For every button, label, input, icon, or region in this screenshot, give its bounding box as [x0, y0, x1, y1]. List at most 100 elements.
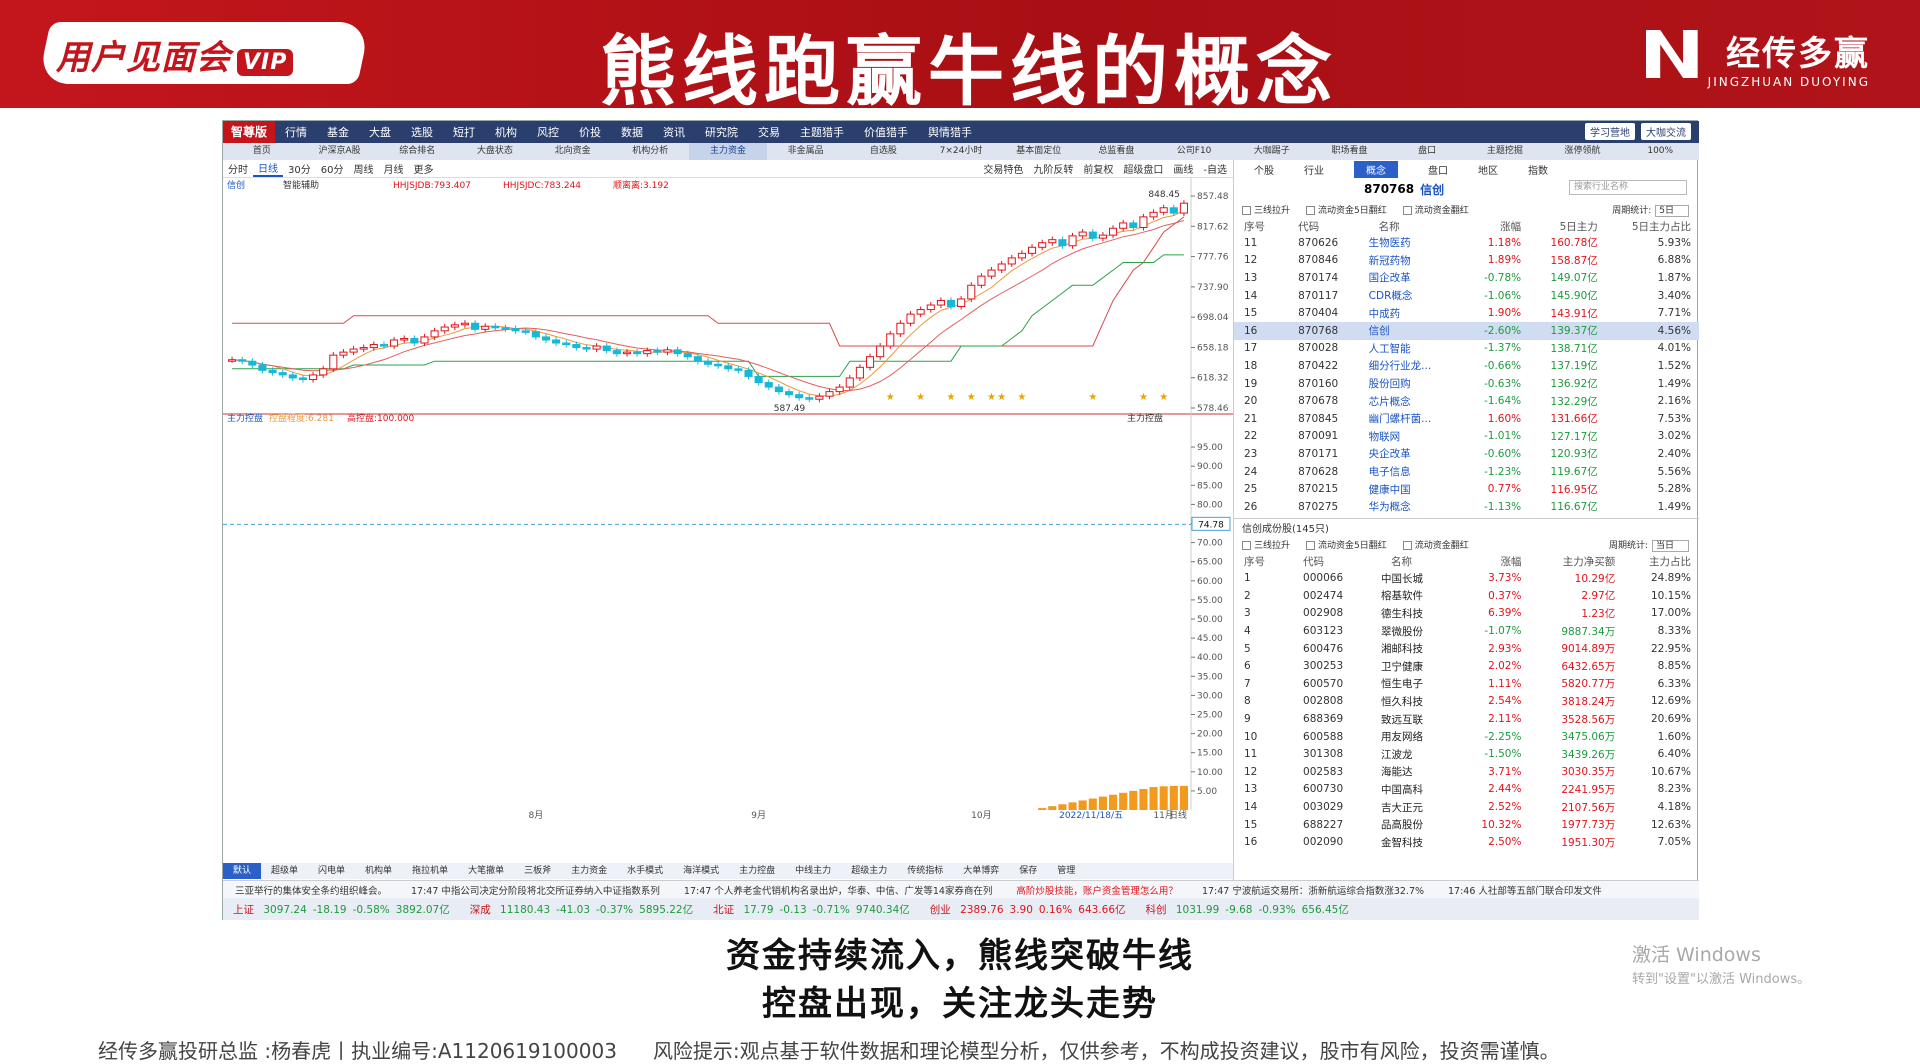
menu-item[interactable]: 行情	[275, 124, 317, 140]
menu-item[interactable]: 短打	[443, 124, 485, 140]
menu-right-button[interactable]: 学习营地	[1585, 123, 1635, 140]
indicator-tab[interactable]: 水手模式	[617, 863, 673, 879]
table-row[interactable]: 11 870626 生物医药 1.18% 160.78亿 5.93%	[1234, 234, 1699, 252]
index-item[interactable]: 北证 17.79 -0.13 -0.71% 9740.34亿	[703, 902, 920, 917]
table-row[interactable]: 14 003029 吉大正元 2.52% 2107.56万 4.18%	[1234, 798, 1699, 816]
indicator-tab[interactable]: 中线主力	[785, 863, 841, 879]
indicator-tab[interactable]: 默认	[223, 863, 262, 879]
chart-tool-button[interactable]: 超级盘口	[1123, 161, 1163, 176]
indicator-tab[interactable]: 管理	[1047, 863, 1085, 879]
index-item[interactable]: 深成 11180.43 -41.03 -0.37% 5895.22亿	[460, 902, 703, 917]
table-row[interactable]: 13 870174 国企改革 -0.78% 149.07亿 1.87%	[1234, 269, 1699, 287]
menu-item[interactable]: 大盘	[359, 124, 401, 140]
menu-item[interactable]: 交易	[748, 124, 790, 140]
page-tab[interactable]: 沪深京A股	[301, 143, 379, 160]
chart-tool-button[interactable]: 前复权	[1083, 161, 1113, 176]
page-tab[interactable]: 基本面定位	[1000, 143, 1078, 160]
concept-search-input[interactable]: 搜索行业名称	[1569, 180, 1687, 195]
table-row[interactable]: 24 870628 电子信息 -1.23% 119.67亿 5.56%	[1234, 463, 1699, 481]
filter-checkbox[interactable]: 流动资金翻红	[1402, 538, 1469, 551]
indicator-tab[interactable]: 大单博弈	[953, 863, 1009, 879]
chart-tool-button[interactable]: -自选	[1203, 161, 1227, 176]
page-tab[interactable]: 大盘状态	[456, 143, 534, 160]
table-row[interactable]: 7 600570 恒生电子 1.11% 5820.77万 6.33%	[1234, 675, 1699, 693]
table-row[interactable]: 9 688369 致远互联 2.11% 3528.56万 20.69%	[1234, 710, 1699, 728]
news-item[interactable]: 三亚举行的集体安全条约组织峰会。	[223, 883, 399, 897]
indicator-tab[interactable]: 超级主力	[841, 863, 897, 879]
chart-tool-button[interactable]: 九阶反转	[1033, 161, 1073, 176]
page-tab[interactable]: 大咖踢子	[1233, 143, 1311, 160]
table-row[interactable]: 25 870215 健康中国 0.77% 116.95亿 5.28%	[1234, 480, 1699, 498]
menu-item[interactable]: 机构	[485, 124, 527, 140]
table-row[interactable]: 1 000066 中国长城 3.73% 10.29亿 24.89%	[1234, 570, 1699, 588]
table-row[interactable]: 12 002583 海能达 3.71% 3030.35万 10.67%	[1234, 763, 1699, 781]
table-row[interactable]: 14 870117 CDR概念 -1.06% 145.90亿 3.40%	[1234, 287, 1699, 305]
table-row[interactable]: 3 002908 德生科技 6.39% 1.23亿 17.00%	[1234, 605, 1699, 623]
category-tab[interactable]: 盘口	[1428, 162, 1448, 177]
page-tab[interactable]: 盘口	[1388, 143, 1466, 160]
app-name[interactable]: 智尊版	[223, 121, 276, 143]
table-header[interactable]: 5日主力占比	[1606, 218, 1699, 234]
checkbox-box[interactable]	[1306, 205, 1316, 215]
period-select[interactable]: 当日	[1651, 540, 1689, 552]
table-row[interactable]: 12 870846 新冠药物 1.89% 158.87亿 6.88%	[1234, 252, 1699, 270]
table-row[interactable]: 6 300253 卫宁健康 2.02% 6432.65万 8.85%	[1234, 657, 1699, 675]
page-tab[interactable]: 北向资金	[534, 143, 612, 160]
table-header[interactable]: 序号	[1234, 554, 1293, 570]
page-tab[interactable]: 7×24小时	[922, 143, 1000, 160]
menu-item[interactable]: 风控	[527, 124, 569, 140]
filter-checkbox[interactable]: 流动资金5日翻红	[1306, 203, 1387, 216]
indicator-tab[interactable]: 拖拉机单	[402, 863, 458, 879]
table-row[interactable]: 15 688227 品高股份 10.32% 1977.73万 12.63%	[1234, 816, 1699, 834]
period-tab[interactable]: 更多	[408, 161, 438, 176]
indicator-tab[interactable]: 超级单	[261, 863, 308, 879]
table-row[interactable]: 26 870275 华为概念 -1.13% 116.67亿 1.49%	[1234, 498, 1699, 516]
period-tab[interactable]: 分时	[223, 161, 253, 176]
filter-checkbox[interactable]: 三线拉升	[1242, 203, 1290, 216]
table-header[interactable]: 代码	[1293, 554, 1381, 570]
news-item[interactable]: 17:47 个人养老金代销机构名录出炉，华泰、中信、广发等14家券商在列	[672, 883, 1005, 897]
menu-item[interactable]: 选股	[401, 124, 443, 140]
table-row[interactable]: 2 002474 榕基软件 0.37% 2.97亿 10.15%	[1234, 587, 1699, 605]
period-tab[interactable]: 30分	[283, 161, 316, 176]
table-row[interactable]: 11 301308 江波龙 -1.50% 3439.26万 6.40%	[1234, 745, 1699, 763]
menu-item[interactable]: 价投	[569, 124, 611, 140]
category-tab[interactable]: 地区	[1478, 162, 1498, 177]
period-tab[interactable]: 日线	[253, 160, 283, 177]
chart-tool-button[interactable]: 交易特色	[983, 161, 1023, 176]
menu-item[interactable]: 研究院	[695, 124, 748, 140]
table-header[interactable]: 5日主力	[1529, 218, 1606, 234]
news-item[interactable]: 17:47 宁波航运交易所：浙新航运综合指数涨32.7%	[1190, 883, 1436, 897]
indicator-tab[interactable]: 机构单	[355, 863, 402, 879]
indicator-tab[interactable]: 海洋模式	[673, 863, 729, 879]
table-row[interactable]: 19 870160 股份回购 -0.63% 136.92亿 1.49%	[1234, 375, 1699, 393]
page-tab[interactable]: 公司F10	[1155, 143, 1233, 160]
page-tab[interactable]: 首页	[223, 143, 301, 160]
indicator-tab[interactable]: 保存	[1009, 863, 1047, 879]
index-item[interactable]: 创业 2389.76 3.90 0.16% 643.66亿	[920, 902, 1136, 917]
checkbox-box[interactable]	[1402, 541, 1412, 550]
page-tab[interactable]: 自选股	[845, 143, 923, 160]
filter-checkbox[interactable]: 流动资金翻红	[1402, 203, 1469, 216]
table-row[interactable]: 15 870404 中成药 1.90% 143.91亿 7.71%	[1234, 304, 1699, 322]
category-tab[interactable]: 个股	[1254, 162, 1274, 177]
checkbox-box[interactable]	[1242, 205, 1251, 215]
period-tab[interactable]: 月线	[378, 161, 408, 176]
table-row[interactable]: 18 870422 细分行业龙... -0.66% 137.19亿 1.52%	[1234, 357, 1699, 375]
table-header[interactable]: 名称	[1381, 554, 1457, 570]
table-row[interactable]: 17 870028 人工智能 -1.37% 138.71亿 4.01%	[1234, 340, 1699, 358]
indicator-tab[interactable]: 闪电单	[308, 863, 355, 879]
page-tab[interactable]: 涨停领航	[1544, 143, 1622, 160]
index-item[interactable]: 上证 3097.24 -18.19 -0.58% 3892.07亿	[223, 902, 460, 917]
indicator-tab[interactable]: 主力资金	[561, 863, 617, 879]
indicator-tab[interactable]: 主力控盘	[729, 863, 785, 879]
category-tab[interactable]: 行业	[1304, 162, 1324, 177]
indicator-tab[interactable]: 传统指标	[897, 863, 953, 879]
table-row[interactable]: 16 002090 金智科技 2.50% 1951.30万 7.05%	[1234, 833, 1699, 851]
table-row[interactable]: 10 600588 用友网络 -2.25% 3475.06万 1.60%	[1234, 728, 1699, 746]
menu-item[interactable]: 数据	[611, 124, 653, 140]
checkbox-box[interactable]	[1306, 541, 1316, 550]
page-tab[interactable]: 综合排名	[378, 143, 456, 160]
news-item[interactable]: 17:46 人社部等五部门联合印发文件	[1436, 883, 1614, 897]
chart-tool-button[interactable]: 画线	[1173, 161, 1193, 176]
